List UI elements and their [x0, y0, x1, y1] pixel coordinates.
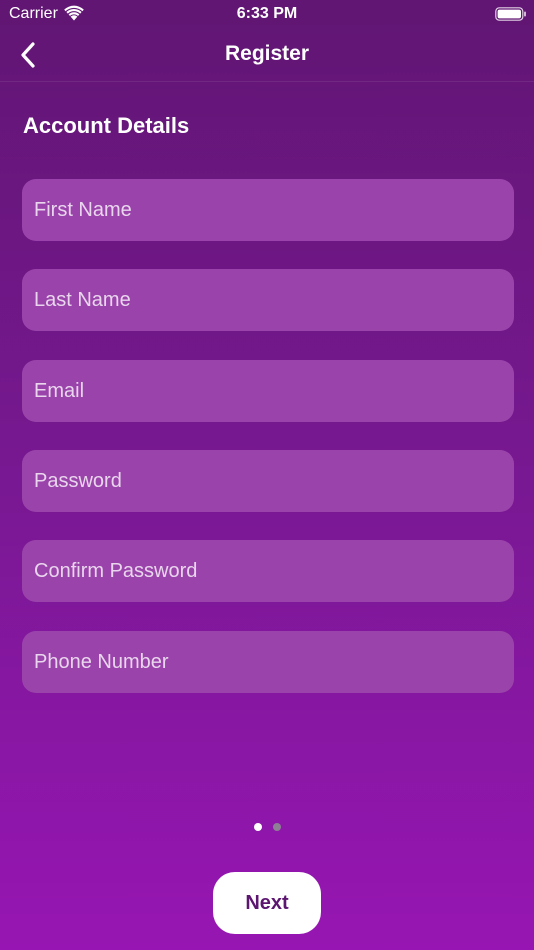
page-indicator[interactable]	[0, 823, 534, 831]
page-title: Register	[224, 42, 310, 65]
status-bar: Carrier 6:33 PM	[0, 0, 534, 28]
navigation-bar: Register	[0, 28, 534, 82]
page-dot-2[interactable]	[272, 823, 281, 831]
section-title: Account Details	[23, 113, 190, 138]
phone-number-field[interactable]	[22, 631, 514, 693]
first-name-field[interactable]	[22, 179, 514, 241]
next-button[interactable]: Next	[213, 872, 321, 934]
email-field[interactable]	[22, 360, 514, 422]
status-time: 6:33 PM	[236, 5, 298, 22]
last-name-field[interactable]	[22, 269, 514, 331]
password-field[interactable]	[22, 450, 514, 512]
page-dot-1[interactable]	[253, 823, 262, 831]
battery-icon	[495, 7, 526, 21]
confirm-password-field[interactable]	[22, 540, 514, 602]
